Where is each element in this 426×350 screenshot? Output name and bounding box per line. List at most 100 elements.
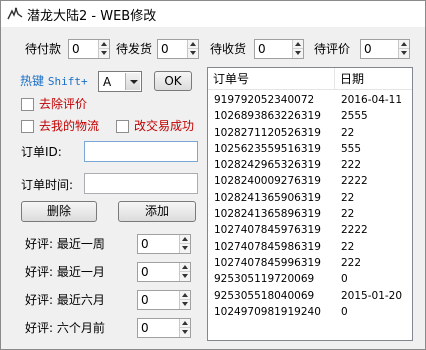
spin-down-icon[interactable]: [180, 272, 190, 281]
date-cell: 2555: [341, 110, 368, 123]
order-number-cell: 1028271120526319: [214, 126, 321, 139]
pending-review-label: 待评价: [314, 42, 351, 56]
pending-review-spinner[interactable]: 0: [360, 39, 410, 59]
pending-shipment-spinner[interactable]: 0: [157, 39, 199, 59]
order-number-cell: 1026893863226319: [214, 110, 321, 123]
table-row[interactable]: 1027407845986319 22: [208, 239, 412, 255]
review-six-months-spinner[interactable]: 0: [137, 290, 191, 310]
delete-button[interactable]: 删除: [21, 201, 97, 222]
order-number-cell: 1027407845976319: [214, 224, 321, 237]
spin-down-icon[interactable]: [180, 244, 190, 253]
order-number-cell: 1027407845986319: [214, 240, 321, 253]
order-time-input[interactable]: [84, 173, 198, 194]
review-month-value: 0: [141, 265, 149, 279]
review-week-label: 好评: 最近一周: [25, 237, 105, 251]
spin-down-icon[interactable]: [99, 49, 109, 58]
spin-down-icon[interactable]: [188, 49, 198, 58]
pending-shipment-label: 待发货: [116, 42, 153, 56]
change-success-label[interactable]: 改交易成功: [134, 119, 194, 133]
table-row[interactable]: 1028240009276319 2222: [208, 173, 412, 189]
order-number-cell: 1028241365906319: [214, 191, 321, 204]
order-number-cell: 925305119720069: [214, 273, 315, 286]
dropdown-arrow-icon[interactable]: [125, 73, 140, 90]
spin-down-icon[interactable]: [180, 300, 190, 309]
date-cell: 2222: [341, 224, 368, 237]
order-number-cell: 1028240009276319: [214, 175, 321, 188]
review-week-spinner[interactable]: 0: [137, 234, 191, 254]
hotkey-ok-button[interactable]: OK: [154, 71, 192, 91]
spin-up-icon[interactable]: [180, 263, 190, 272]
table-row[interactable]: 919792052340072 2016-04-11: [208, 92, 412, 108]
table-row[interactable]: 1025623559516319 555: [208, 141, 412, 157]
spin-down-icon[interactable]: [399, 49, 409, 58]
my-logistics-label[interactable]: 去我的物流: [39, 119, 99, 133]
date-cell: 222: [341, 256, 362, 269]
spin-up-icon[interactable]: [399, 40, 409, 49]
review-older-label: 好评: 六个月前: [25, 321, 105, 335]
table-row[interactable]: 1027407845976319 2222: [208, 222, 412, 238]
spin-up-icon[interactable]: [180, 235, 190, 244]
spin-up-icon[interactable]: [180, 319, 190, 328]
order-number-cell: 1024970981919240: [214, 305, 321, 318]
table-row[interactable]: 1028241365896319 22: [208, 206, 412, 222]
spin-up-icon[interactable]: [293, 40, 303, 49]
spin-up-icon[interactable]: [188, 40, 198, 49]
remove-review-checkbox[interactable]: [21, 98, 34, 111]
order-number-cell: 925305518040069: [214, 289, 315, 302]
review-six-months-value: 0: [141, 293, 149, 307]
date-cell: 0: [341, 273, 348, 286]
date-cell: 22: [341, 126, 355, 139]
spin-down-icon[interactable]: [293, 49, 303, 58]
window-title: 潜龙大陆2 - WEB修改: [27, 9, 157, 24]
order-time-label: 订单时间:: [21, 178, 74, 192]
spin-down-icon[interactable]: [180, 328, 190, 337]
pending-payment-spinner[interactable]: 0: [68, 39, 110, 59]
table-row[interactable]: 925305119720069 0: [208, 271, 412, 287]
order-number-cell: 1028242965326319: [214, 159, 321, 172]
table-row[interactable]: 1028242965326319 222: [208, 157, 412, 173]
order-list-header: 订单号 日期: [208, 68, 412, 90]
title-bar[interactable]: 潜龙大陆2 - WEB修改: [1, 1, 425, 27]
order-id-label: 订单ID:: [21, 145, 62, 159]
date-cell: 2015-01-20: [341, 289, 403, 302]
pending-shipment-value: 0: [161, 42, 169, 56]
date-cell: 0: [341, 305, 348, 318]
review-week-value: 0: [141, 237, 149, 251]
order-number-cell: 1025623559516319: [214, 142, 321, 155]
table-row[interactable]: 1024970981919240 0: [208, 304, 412, 320]
pending-receipt-spinner[interactable]: 0: [254, 39, 304, 59]
spin-up-icon[interactable]: [99, 40, 109, 49]
dragon-logo-icon: [7, 6, 23, 20]
remove-review-label[interactable]: 去除评价: [39, 97, 87, 111]
table-row[interactable]: 925305518040069 2015-01-20: [208, 288, 412, 304]
table-row[interactable]: 1026893863226319 2555: [208, 108, 412, 124]
order-id-input[interactable]: [84, 141, 198, 162]
hotkey-key-value: A: [103, 75, 112, 89]
pending-payment-label: 待付款: [25, 42, 62, 56]
date-cell: 555: [341, 142, 362, 155]
review-older-spinner[interactable]: 0: [137, 318, 191, 338]
table-row[interactable]: 1028241365906319 22: [208, 190, 412, 206]
review-month-spinner[interactable]: 0: [137, 262, 191, 282]
table-row[interactable]: 1027407845996319 222: [208, 255, 412, 271]
change-success-checkbox[interactable]: [116, 120, 129, 133]
column-header-date[interactable]: 日期: [335, 68, 412, 90]
date-cell: 22: [341, 191, 355, 204]
pending-receipt-value: 0: [258, 42, 266, 56]
hotkey-key-select[interactable]: A: [98, 71, 142, 92]
hotkey-title: 热键: [20, 74, 45, 88]
hotkey-label: 热键 Shift+: [20, 74, 88, 89]
table-row[interactable]: 1028271120526319 22: [208, 125, 412, 141]
date-cell: 22: [341, 240, 355, 253]
pending-receipt-label: 待收货: [210, 42, 247, 56]
add-button[interactable]: 添加: [118, 201, 196, 222]
order-list[interactable]: 订单号 日期 919792052340072 2016-04-11 10268938…: [207, 67, 413, 341]
spin-up-icon[interactable]: [180, 291, 190, 300]
my-logistics-checkbox[interactable]: [21, 120, 34, 133]
column-header-order-number[interactable]: 订单号: [208, 68, 335, 90]
pending-review-value: 0: [364, 42, 372, 56]
date-cell: 2222: [341, 175, 368, 188]
review-month-label: 好评: 最近一月: [25, 265, 105, 279]
date-cell: 22: [341, 208, 355, 221]
review-older-value: 0: [141, 321, 149, 335]
